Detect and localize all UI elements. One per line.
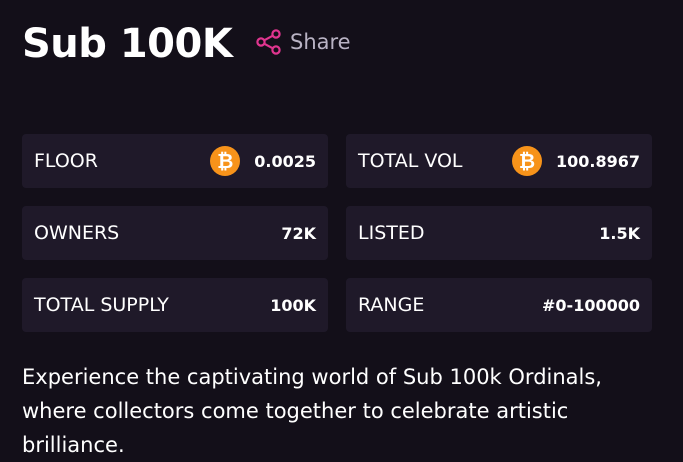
stat-label: OWNERS (34, 222, 120, 244)
stat-value: 100K (270, 295, 316, 315)
share-label: Share (290, 30, 351, 54)
stat-floor: FLOOR ₿ 0.0025 (22, 134, 328, 188)
stat-value-group: ₿ 0.0025 (210, 146, 316, 176)
stat-label: LISTED (358, 222, 425, 244)
stat-label: RANGE (358, 294, 425, 316)
stats-grid: FLOOR ₿ 0.0025 TOTAL VOL ₿ 100.8967 OWNE… (22, 134, 652, 332)
stat-value: #0-100000 (542, 295, 640, 315)
stat-label: TOTAL SUPPLY (34, 294, 169, 316)
stat-value: 100.8967 (555, 151, 640, 171)
stat-listed: LISTED 1.5K (346, 206, 652, 260)
stat-value-group: 100K (270, 296, 316, 315)
stat-value: 0.0025 (254, 151, 316, 171)
stat-value-group: 72K (281, 224, 316, 243)
stat-label: FLOOR (34, 150, 98, 172)
page-title: Sub 100K (22, 21, 233, 67)
stat-value-group: ₿ 100.8967 (511, 146, 640, 176)
stat-total-supply: TOTAL SUPPLY 100K (22, 278, 328, 332)
stat-value-group: 1.5K (599, 224, 640, 243)
collection-description: Experience the captivating world of Sub … (22, 365, 602, 457)
stat-value: 72K (281, 223, 316, 243)
bitcoin-icon: ₿ (210, 146, 241, 176)
stat-total-vol: TOTAL VOL ₿ 100.8967 (346, 134, 652, 188)
stat-owners: OWNERS 72K (22, 206, 328, 260)
stat-value: 1.5K (599, 223, 640, 243)
bitcoin-icon: ₿ (511, 146, 542, 176)
share-icon (256, 29, 282, 55)
stat-label: TOTAL VOL (358, 150, 463, 172)
stat-value-group: #0-100000 (542, 296, 640, 315)
stat-range: RANGE #0-100000 (346, 278, 652, 332)
share-button[interactable]: Share (256, 29, 351, 55)
